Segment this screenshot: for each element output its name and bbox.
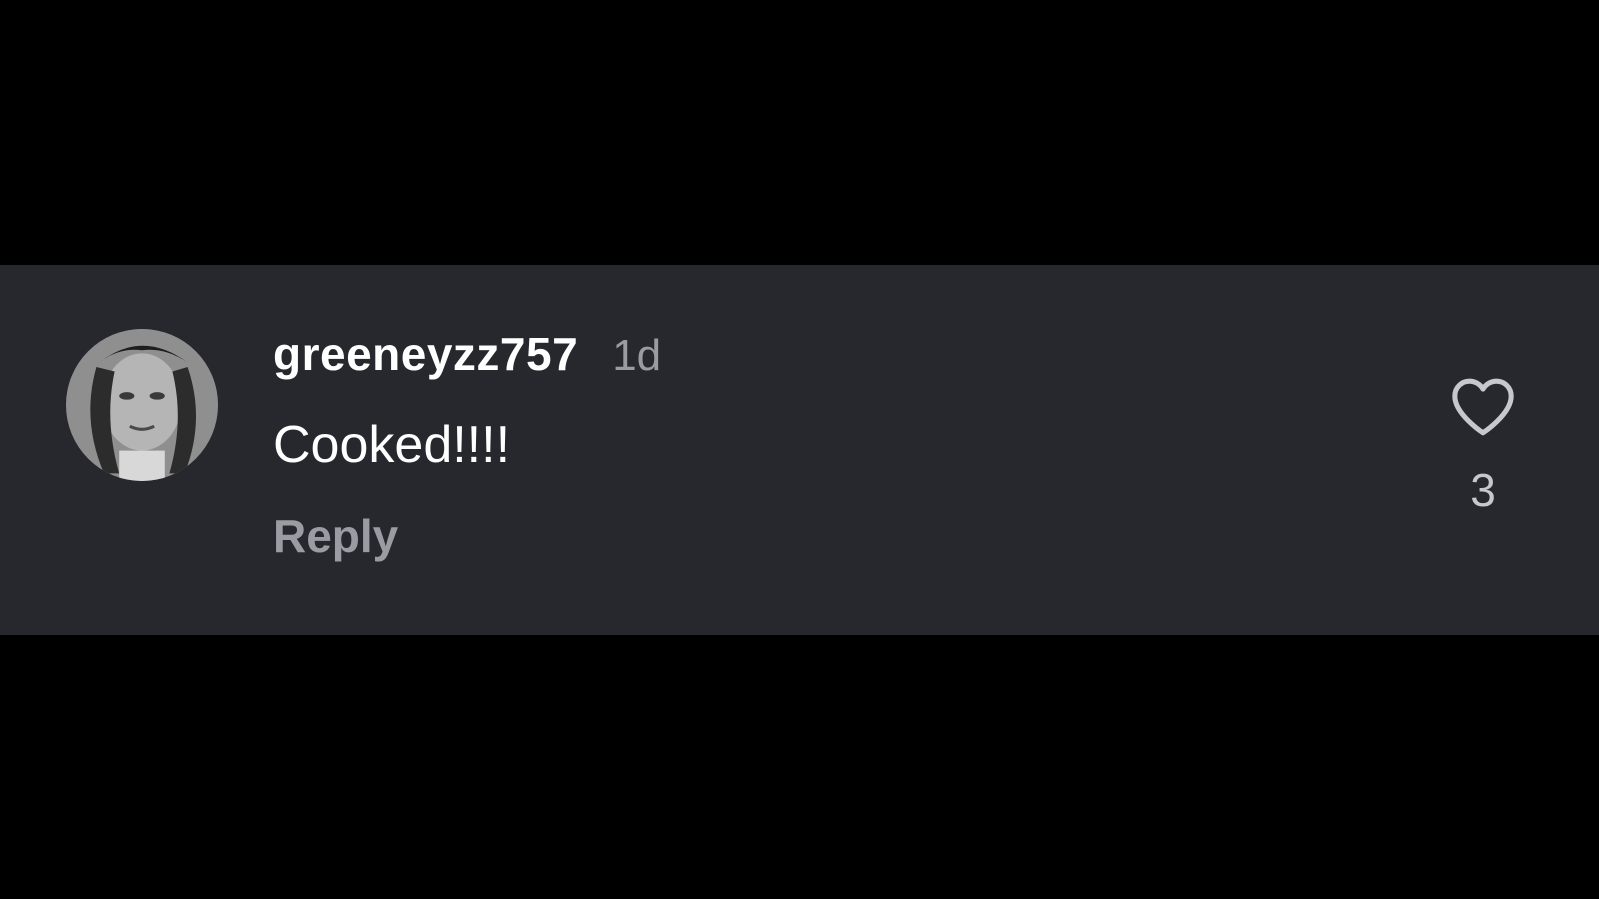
avatar[interactable] — [66, 329, 218, 481]
like-count: 3 — [1470, 464, 1496, 516]
timestamp: 1d — [612, 331, 662, 380]
heart-outline-icon[interactable] — [1449, 375, 1517, 437]
comment-row: greeneyzz757 1d Cooked!!!! Reply 3 — [0, 265, 1599, 635]
like-control: 3 — [1440, 375, 1526, 517]
reply-button[interactable]: Reply — [273, 509, 398, 563]
comment-meta: greeneyzz757 1d — [273, 327, 661, 381]
avatar-image — [66, 329, 218, 481]
username[interactable]: greeneyzz757 — [273, 327, 578, 381]
comment-text: Cooked!!!! — [273, 416, 511, 474]
